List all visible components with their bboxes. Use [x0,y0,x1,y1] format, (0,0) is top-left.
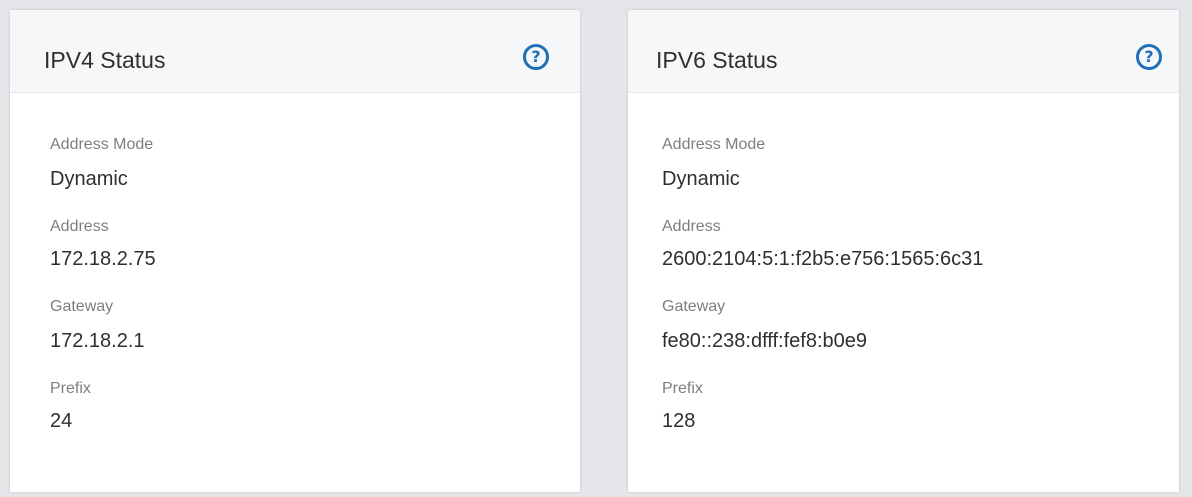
help-icon[interactable]: ? [1136,44,1162,70]
ipv6-panel-title: IPV6 Status [656,47,778,73]
ipv6-address-label: Address [662,218,721,235]
ipv4-address-value: 172.18.2.75 [50,248,156,270]
ipv6-status-panel: IPV6 Status ? Address Mode Dynamic Addre… [628,10,1179,492]
ipv4-gateway-label: Gateway [50,298,114,315]
ipv6-prefix-label: Prefix [662,380,703,397]
help-icon[interactable]: ? [523,44,549,70]
ipv4-prefix-label: Prefix [50,380,91,397]
ipv6-panel-header: IPV6 Status ? [628,10,1179,93]
ipv6-address-mode-value: Dynamic [662,168,740,190]
ipv4-address-label: Address [50,218,109,235]
ipv6-gateway-value: fe80::238:dfff:fef8:b0e9 [662,330,867,352]
ipv4-prefix-value: 24 [50,410,73,432]
ipv4-panel-header: IPV4 Status ? [10,10,580,93]
ipv4-status-panel: IPV4 Status ? Address Mode Dynamic Addre… [10,10,580,492]
ipv4-address-mode-label: Address Mode [50,136,154,153]
ipv6-address-value: 2600:2104:5:1:f2b5:e756:1565:6c31 [662,248,984,270]
ipv4-panel-title: IPV4 Status [44,47,166,73]
ipv6-address-mode-label: Address Mode [662,136,766,153]
ipv6-gateway-label: Gateway [662,298,726,315]
ipv4-gateway-value: 172.18.2.1 [50,330,145,352]
ipv6-prefix-value: 128 [662,410,696,432]
ipv4-address-mode-value: Dynamic [50,168,128,190]
